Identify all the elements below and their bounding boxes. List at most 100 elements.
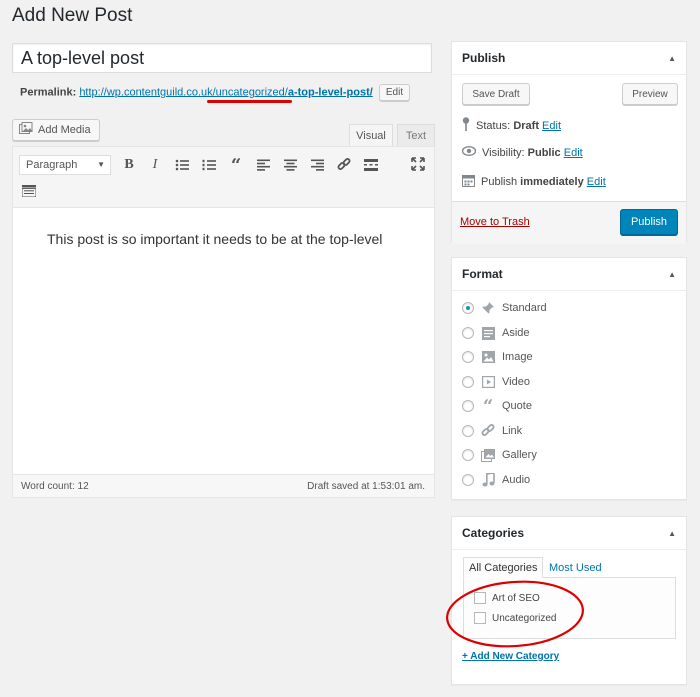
format-box: Format ▲ Standard Aside Image Video “ Qu… xyxy=(451,257,687,500)
publish-box-header[interactable]: Publish ▲ xyxy=(452,42,686,75)
audio-icon xyxy=(480,472,496,488)
format-option-audio[interactable]: Audio xyxy=(462,472,530,488)
format-option-gallery[interactable]: Gallery xyxy=(462,447,537,463)
publish-box: Publish ▲ Save Draft Preview Status: Dra… xyxy=(451,41,687,244)
format-option-aside[interactable]: Aside xyxy=(462,325,530,341)
permalink-slug: a-top-level-post/ xyxy=(287,86,373,99)
format-option-standard[interactable]: Standard xyxy=(462,300,547,316)
align-center-icon[interactable] xyxy=(281,156,299,174)
permalink-edit-button[interactable]: Edit xyxy=(378,84,411,101)
toolbar-toggle-icon[interactable] xyxy=(20,182,38,200)
bold-icon[interactable]: B xyxy=(120,156,138,174)
publish-box-title: Publish xyxy=(462,51,506,65)
status-label: Status: xyxy=(476,119,511,132)
numbered-list-icon[interactable] xyxy=(200,156,218,174)
format-option-label: Link xyxy=(502,425,523,437)
permalink-label: Permalink: xyxy=(20,86,77,99)
format-box-header[interactable]: Format ▲ xyxy=(452,258,686,291)
publish-actions: Move to Trash Publish xyxy=(452,201,686,244)
editor: Paragraph ▼ B I “ This post is so import… xyxy=(12,146,435,498)
image-icon xyxy=(480,349,496,365)
annotation-circle xyxy=(446,580,584,648)
add-new-category-link[interactable]: + Add New Category xyxy=(462,651,559,662)
schedule-row: Publish immediately Edit xyxy=(462,174,606,190)
pin-icon xyxy=(480,300,496,316)
format-option-label: Image xyxy=(502,351,533,363)
quote-icon: “ xyxy=(482,395,494,417)
link-icon[interactable] xyxy=(335,156,353,174)
format-option-label: Video xyxy=(502,376,530,388)
format-option-image[interactable]: Image xyxy=(462,349,533,365)
gallery-icon xyxy=(480,447,496,463)
pin-icon xyxy=(462,117,470,134)
post-title-input[interactable] xyxy=(12,43,432,73)
format-option-quote[interactable]: “ Quote xyxy=(462,395,532,417)
permalink-row: Permalink: http://wp.contentguild.co.uk/… xyxy=(20,84,411,101)
format-select-value: Paragraph xyxy=(26,159,78,171)
tab-visual[interactable]: Visual xyxy=(349,124,393,146)
save-draft-button[interactable]: Save Draft xyxy=(462,83,530,105)
format-option-label: Audio xyxy=(502,474,531,486)
publish-button[interactable]: Publish xyxy=(620,209,678,235)
italic-icon[interactable]: I xyxy=(146,156,164,174)
collapse-toggle-icon[interactable]: ▲ xyxy=(668,54,676,63)
page-title: Add New Post xyxy=(12,5,133,26)
visibility-edit-link[interactable]: Edit xyxy=(564,147,583,159)
schedule-value: immediately xyxy=(520,176,584,188)
annotation-underline xyxy=(207,100,292,103)
visibility-label: Visibility: xyxy=(482,146,525,159)
format-box-title: Format xyxy=(462,267,503,281)
editor-toolbar: Paragraph ▼ B I “ xyxy=(13,147,434,208)
format-option-label: Gallery xyxy=(502,449,537,461)
tab-text[interactable]: Text xyxy=(397,124,435,146)
radio-unselected[interactable] xyxy=(462,327,474,339)
radio-unselected[interactable] xyxy=(462,425,474,437)
align-right-icon[interactable] xyxy=(308,156,326,174)
categories-box-header[interactable]: Categories ▲ xyxy=(452,517,686,550)
radio-unselected[interactable] xyxy=(462,449,474,461)
editor-content[interactable]: This post is so important it needs to be… xyxy=(47,231,382,247)
format-option-video[interactable]: Video xyxy=(462,374,530,390)
tab-most-used[interactable]: Most Used xyxy=(544,557,607,578)
draft-saved-status: Draft saved at 1:53:01 am. xyxy=(307,481,425,492)
tab-all-categories[interactable]: All Categories xyxy=(463,557,544,578)
preview-button[interactable]: Preview xyxy=(622,83,678,105)
permalink-base: http://wp.contentguild.co.uk/uncategoriz… xyxy=(79,86,288,99)
aside-icon xyxy=(480,325,496,341)
word-count: Word count: 12 xyxy=(21,481,89,492)
bullet-list-icon[interactable] xyxy=(173,156,191,174)
categories-box-title: Categories xyxy=(462,526,525,540)
move-to-trash-link[interactable]: Move to Trash xyxy=(460,216,530,228)
status-edit-link[interactable]: Edit xyxy=(542,120,561,132)
add-media-label: Add Media xyxy=(38,124,91,136)
add-media-button[interactable]: Add Media xyxy=(12,119,100,141)
collapse-toggle-icon[interactable]: ▲ xyxy=(668,270,676,279)
collapse-toggle-icon[interactable]: ▲ xyxy=(668,529,676,538)
visibility-value: Public xyxy=(527,146,561,159)
permalink-link[interactable]: http://wp.contentguild.co.uk/uncategoriz… xyxy=(79,86,372,98)
radio-unselected[interactable] xyxy=(462,400,474,412)
schedule-label: Publish xyxy=(481,176,518,188)
format-select[interactable]: Paragraph ▼ xyxy=(19,155,111,175)
eye-icon xyxy=(461,145,477,159)
status-row: Status: Draft Edit xyxy=(462,117,561,134)
media-icon xyxy=(19,122,33,138)
radio-selected[interactable] xyxy=(462,302,474,314)
fullscreen-icon[interactable] xyxy=(409,155,427,173)
schedule-edit-link[interactable]: Edit xyxy=(587,176,606,188)
link-icon xyxy=(480,423,496,439)
blockquote-icon[interactable]: “ xyxy=(227,155,245,176)
radio-unselected[interactable] xyxy=(462,474,474,486)
read-more-icon[interactable] xyxy=(362,156,380,174)
calendar-icon xyxy=(462,174,475,190)
format-option-link[interactable]: Link xyxy=(462,423,522,439)
chevron-down-icon: ▼ xyxy=(97,160,105,169)
radio-unselected[interactable] xyxy=(462,351,474,363)
format-option-label: Standard xyxy=(502,302,547,314)
radio-unselected[interactable] xyxy=(462,376,474,388)
align-left-icon[interactable] xyxy=(254,156,272,174)
format-option-label: Aside xyxy=(502,327,530,339)
status-value: Draft xyxy=(513,119,539,132)
video-icon xyxy=(480,374,496,390)
editor-statusbar: Word count: 12 Draft saved at 1:53:01 am… xyxy=(13,474,434,497)
